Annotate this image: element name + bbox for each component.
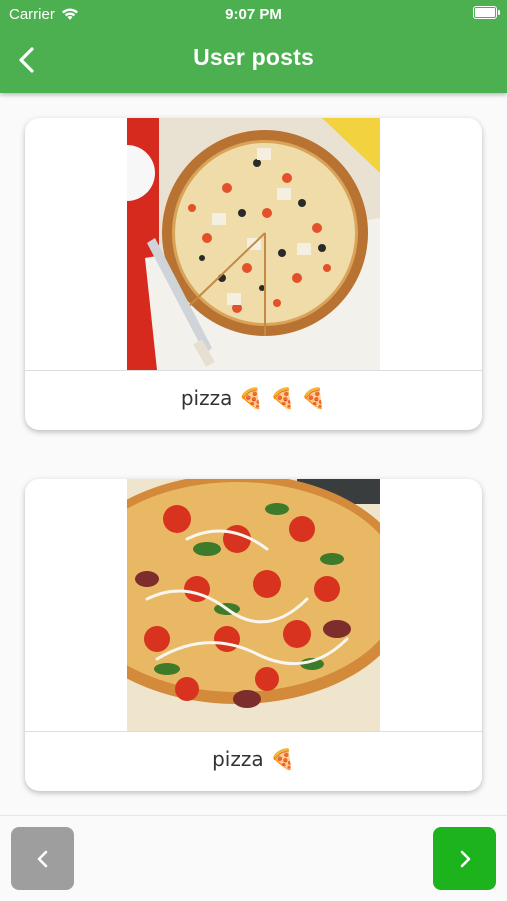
bottom-navigation [0, 815, 507, 901]
post-card[interactable]: pizza 🍕 [25, 479, 482, 791]
card-divider [25, 370, 482, 371]
chevron-right-icon [460, 850, 470, 867]
previous-button[interactable] [11, 827, 74, 890]
post-image [127, 479, 380, 731]
post-caption: pizza 🍕 [212, 747, 295, 771]
status-bar: Carrier 9:07 PM [0, 0, 507, 28]
app-header: Carrier 9:07 PM User posts [0, 0, 507, 93]
card-divider [25, 731, 482, 732]
post-image [127, 118, 380, 370]
battery-icon [473, 6, 500, 19]
page-title: User posts [193, 44, 314, 70]
next-button[interactable] [433, 827, 496, 890]
chevron-left-icon [37, 850, 47, 867]
status-time: 9:07 PM [225, 6, 282, 23]
post-caption: pizza 🍕 🍕 🍕 [180, 386, 327, 410]
post-card[interactable]: pizza 🍕 🍕 🍕 [25, 118, 482, 430]
